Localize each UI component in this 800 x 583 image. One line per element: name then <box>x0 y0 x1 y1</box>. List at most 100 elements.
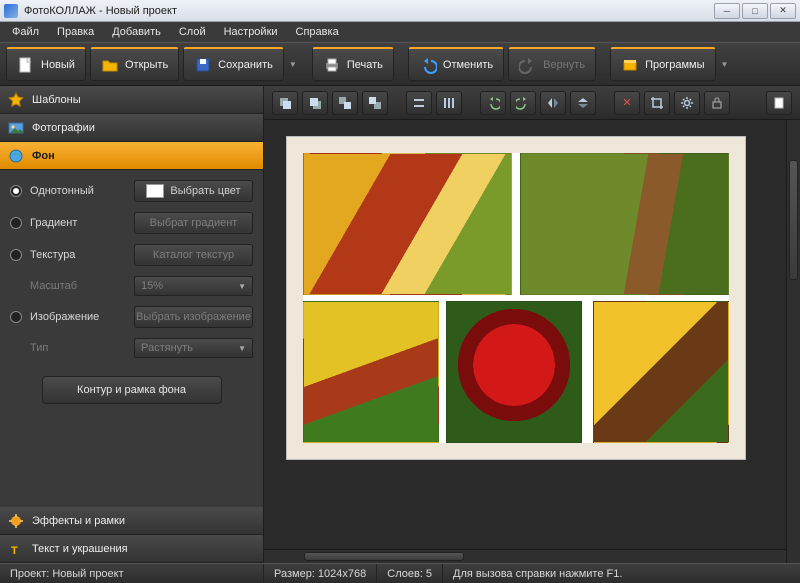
rotate-right-button[interactable] <box>510 91 536 115</box>
lock-button[interactable] <box>704 91 730 115</box>
svg-text:T: T <box>11 545 18 557</box>
programs-label: Программы <box>645 59 704 71</box>
menu-layer[interactable]: Слой <box>171 24 214 40</box>
box-icon <box>621 56 639 74</box>
new-button[interactable]: Новый <box>6 47 86 81</box>
image-label: Изображение <box>30 311 126 323</box>
scale-value: 15% <box>141 280 163 292</box>
photo-slot-2[interactable] <box>520 153 729 295</box>
minimize-button[interactable]: ─ <box>714 3 740 19</box>
save-button[interactable]: Сохранить <box>183 47 284 81</box>
print-button[interactable]: Печать <box>312 47 394 81</box>
title-bar: ФотоКОЛЛАЖ - Новый проект ─ □ ✕ <box>0 0 800 22</box>
programs-dropdown[interactable]: ▼ <box>720 60 730 69</box>
save-dropdown[interactable]: ▼ <box>288 60 298 69</box>
pick-gradient-button[interactable]: Выбрат градиент <box>134 212 253 234</box>
type-combo[interactable]: Растянуть ▼ <box>134 338 253 358</box>
rotate-left-button[interactable] <box>480 91 506 115</box>
status-layers: Слоев: 5 <box>377 564 443 583</box>
tab-effects[interactable]: Эффекты и рамки <box>0 507 263 535</box>
bring-front-button[interactable] <box>332 91 358 115</box>
tab-background[interactable]: Фон <box>0 142 263 170</box>
gradient-label: Градиент <box>30 217 126 229</box>
photo-slot-1[interactable] <box>303 153 512 295</box>
collage-frame <box>286 136 746 460</box>
close-button[interactable]: ✕ <box>770 3 796 19</box>
maximize-button[interactable]: □ <box>742 3 768 19</box>
status-bar: Проект: Новый проект Размер: 1024x768 Сл… <box>0 563 800 583</box>
bring-forward-button[interactable] <box>272 91 298 115</box>
pick-image-button[interactable]: Выбрать изображение <box>134 306 253 328</box>
main-toolbar: Новый Открыть Сохранить ▼ Печать Отменит… <box>0 42 800 86</box>
align-button[interactable] <box>406 91 432 115</box>
texture-catalog-label: Каталог текстур <box>153 249 234 261</box>
canvas-toolbar: ✕ <box>264 86 800 120</box>
flip-v-button[interactable] <box>570 91 596 115</box>
scrollbar-thumb[interactable] <box>789 160 798 280</box>
scrollbar-thumb[interactable] <box>304 552 464 561</box>
texture-label: Текстура <box>30 249 126 261</box>
open-label: Открыть <box>125 59 168 71</box>
star-icon <box>8 92 24 108</box>
send-backward-button[interactable] <box>302 91 328 115</box>
flip-h-button[interactable] <box>540 91 566 115</box>
pick-gradient-label: Выбрат градиент <box>150 217 238 229</box>
horizontal-scrollbar[interactable] <box>264 549 786 563</box>
tab-effects-label: Эффекты и рамки <box>32 515 125 527</box>
separator <box>302 47 308 81</box>
undo-button[interactable]: Отменить <box>408 47 504 81</box>
save-icon <box>194 56 212 74</box>
undo-icon <box>419 56 437 74</box>
programs-button[interactable]: Программы <box>610 47 715 81</box>
radio-texture[interactable] <box>10 249 22 261</box>
tab-text[interactable]: T Текст и украшения <box>0 535 263 563</box>
type-value: Растянуть <box>141 342 193 354</box>
tab-photos[interactable]: Фотографии <box>0 114 263 142</box>
crop-button[interactable] <box>644 91 670 115</box>
scale-combo[interactable]: 15% ▼ <box>134 276 253 296</box>
color-swatch <box>146 184 164 198</box>
tab-templates[interactable]: Шаблоны <box>0 86 263 114</box>
menu-help[interactable]: Справка <box>288 24 347 40</box>
menu-edit[interactable]: Правка <box>49 24 102 40</box>
file-new-icon <box>17 56 35 74</box>
photo-slot-4[interactable] <box>446 301 582 443</box>
globe-icon <box>8 148 24 164</box>
printer-icon <box>323 56 341 74</box>
settings-button[interactable] <box>674 91 700 115</box>
menu-file[interactable]: Файл <box>4 24 47 40</box>
radio-gradient[interactable] <box>10 217 22 229</box>
status-help: Для вызова справки нажмите F1. <box>443 564 800 583</box>
menu-settings[interactable]: Настройки <box>216 24 286 40</box>
chevron-down-icon: ▼ <box>238 344 246 353</box>
tab-text-label: Текст и украшения <box>32 543 128 555</box>
collage[interactable] <box>303 153 729 443</box>
redo-button[interactable]: Вернуть <box>508 47 596 81</box>
open-button[interactable]: Открыть <box>90 47 179 81</box>
menu-add[interactable]: Добавить <box>104 24 169 40</box>
pick-color-button[interactable]: Выбрать цвет <box>134 180 253 202</box>
outline-frame-button[interactable]: Контур и рамка фона <box>42 376 222 404</box>
window-title: ФотоКОЛЛАЖ - Новый проект <box>24 5 177 17</box>
pick-color-label: Выбрать цвет <box>170 185 240 197</box>
undo-label: Отменить <box>443 59 493 71</box>
sidebar: Шаблоны Фотографии Фон Однотонный Выбрат… <box>0 86 264 563</box>
photo-slot-3[interactable] <box>303 301 439 443</box>
delete-button[interactable]: ✕ <box>614 91 640 115</box>
vertical-scrollbar[interactable] <box>786 120 800 563</box>
canvas-viewport[interactable] <box>264 120 800 563</box>
sparkle-icon <box>8 513 24 529</box>
type-label: Тип <box>30 342 126 354</box>
photo-icon <box>8 120 24 136</box>
print-label: Печать <box>347 59 383 71</box>
radio-image[interactable] <box>10 311 22 323</box>
send-back-button[interactable] <box>362 91 388 115</box>
distribute-button[interactable] <box>436 91 462 115</box>
photo-slot-5[interactable] <box>593 301 729 443</box>
blank-page-button[interactable] <box>766 91 792 115</box>
tab-photos-label: Фотографии <box>32 122 95 134</box>
canvas-area: ✕ <box>264 86 800 563</box>
scale-label: Масштаб <box>30 280 126 292</box>
radio-solid[interactable] <box>10 185 22 197</box>
texture-catalog-button[interactable]: Каталог текстур <box>134 244 253 266</box>
